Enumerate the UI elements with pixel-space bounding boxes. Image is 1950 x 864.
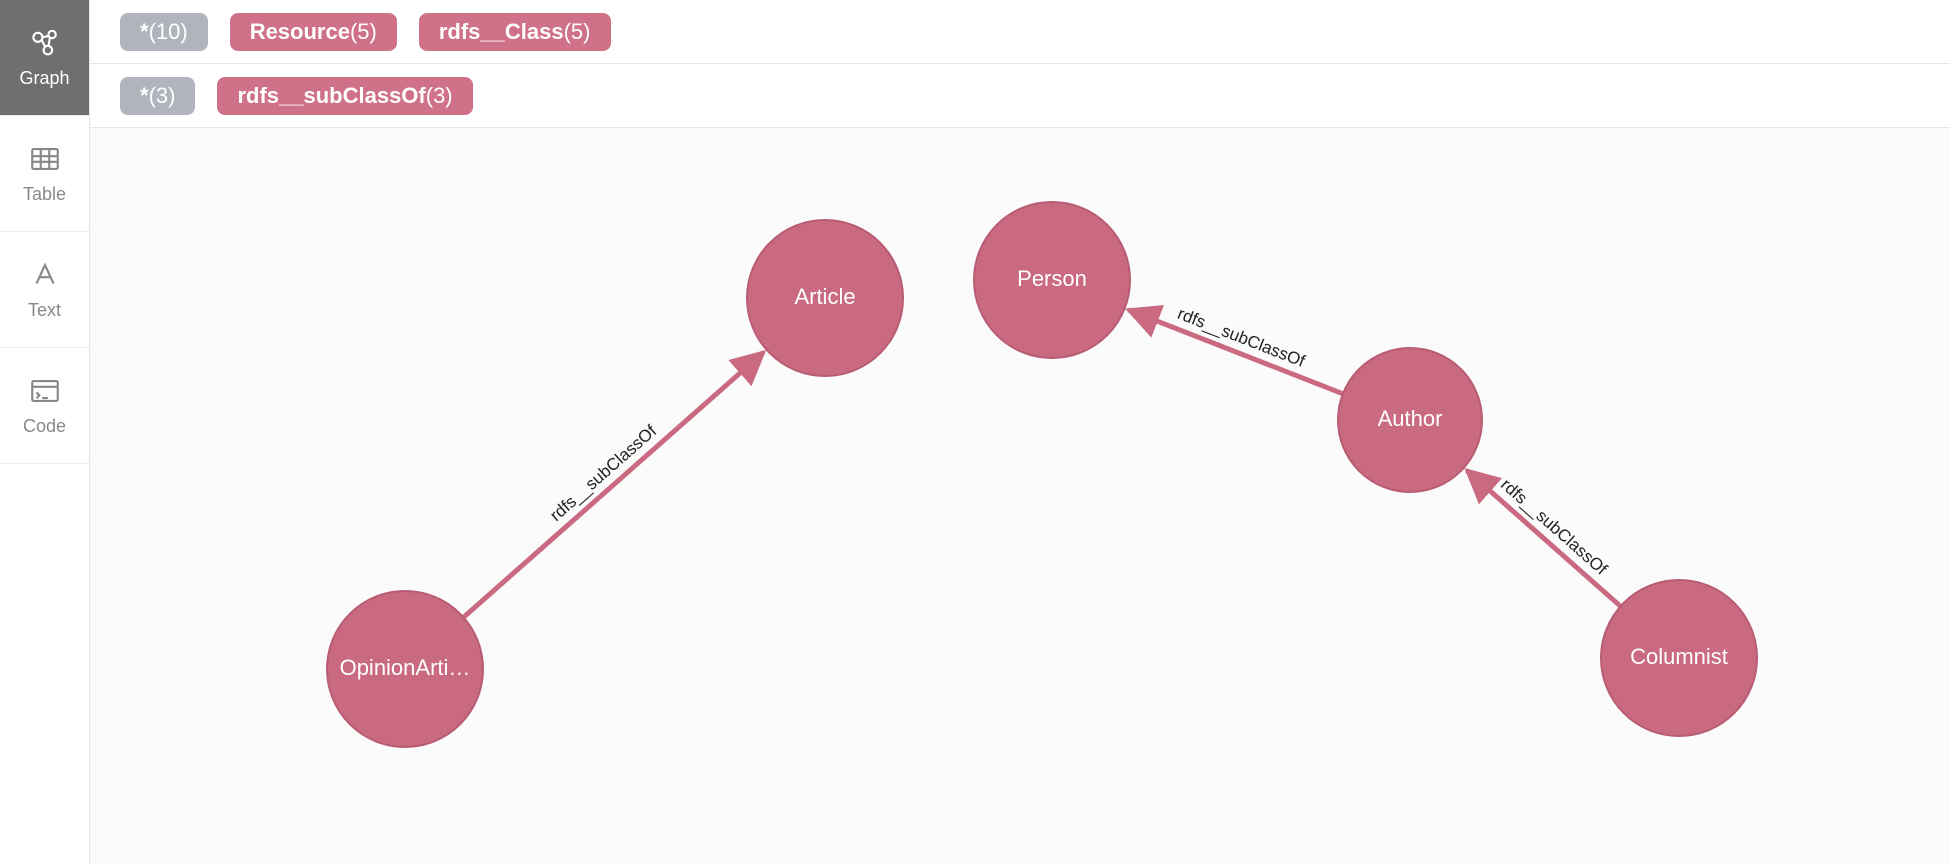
graph-edge[interactable] — [1467, 470, 1621, 606]
pill-label: * — [140, 83, 149, 109]
code-icon — [28, 374, 62, 408]
graph-edge[interactable] — [463, 352, 763, 617]
filter-pill-rdfs-class[interactable]: rdfs__Class(5) — [419, 13, 611, 51]
pill-label: rdfs__subClassOf — [237, 83, 425, 109]
pill-count: (3) — [149, 83, 176, 109]
graph-node[interactable]: OpinionArti… — [327, 591, 483, 747]
pill-count: (5) — [564, 19, 591, 45]
view-sidebar: Graph Table Text Code — [0, 0, 90, 864]
table-icon — [28, 142, 62, 176]
graph-node[interactable]: Author — [1338, 348, 1482, 492]
pill-count: (10) — [149, 19, 188, 45]
pill-count: (5) — [350, 19, 377, 45]
main-panel: *(10) Resource(5) rdfs__Class(5) *(3) rd… — [90, 0, 1950, 864]
tab-text[interactable]: Text — [0, 232, 89, 348]
tab-graph[interactable]: Graph — [0, 0, 89, 116]
filter-pill-all-nodes[interactable]: *(10) — [120, 13, 208, 51]
graph-edge[interactable] — [1128, 310, 1343, 394]
graph-edge-label: rdfs__subClassOf — [1497, 475, 1611, 579]
pill-count: (3) — [426, 83, 453, 109]
tab-label: Text — [28, 300, 61, 321]
pill-label: * — [140, 19, 149, 45]
graph-icon — [28, 26, 62, 60]
node-label-toolbar: *(10) Resource(5) rdfs__Class(5) — [90, 0, 1950, 64]
tab-label: Code — [23, 416, 66, 437]
relationship-toolbar: *(3) rdfs__subClassOf(3) — [90, 64, 1950, 128]
tab-label: Graph — [19, 68, 69, 89]
graph-svg[interactable]: rdfs__subClassOfrdfs__subClassOfrdfs__su… — [90, 128, 1950, 864]
filter-pill-all-rels[interactable]: *(3) — [120, 77, 195, 115]
graph-node[interactable]: Columnist — [1601, 580, 1757, 736]
app-root: Graph Table Text Code — [0, 0, 1950, 864]
filter-pill-resource[interactable]: Resource(5) — [230, 13, 397, 51]
graph-node[interactable]: Person — [974, 202, 1130, 358]
filter-pill-subclassof[interactable]: rdfs__subClassOf(3) — [217, 77, 472, 115]
text-icon — [28, 258, 62, 292]
pill-label: rdfs__Class — [439, 19, 564, 45]
tab-code[interactable]: Code — [0, 348, 89, 464]
pill-label: Resource — [250, 19, 350, 45]
graph-canvas[interactable]: rdfs__subClassOfrdfs__subClassOfrdfs__su… — [90, 128, 1950, 864]
tab-table[interactable]: Table — [0, 116, 89, 232]
graph-edge-label: rdfs__subClassOf — [546, 421, 660, 525]
graph-node[interactable]: Article — [747, 220, 903, 376]
tab-label: Table — [23, 184, 66, 205]
